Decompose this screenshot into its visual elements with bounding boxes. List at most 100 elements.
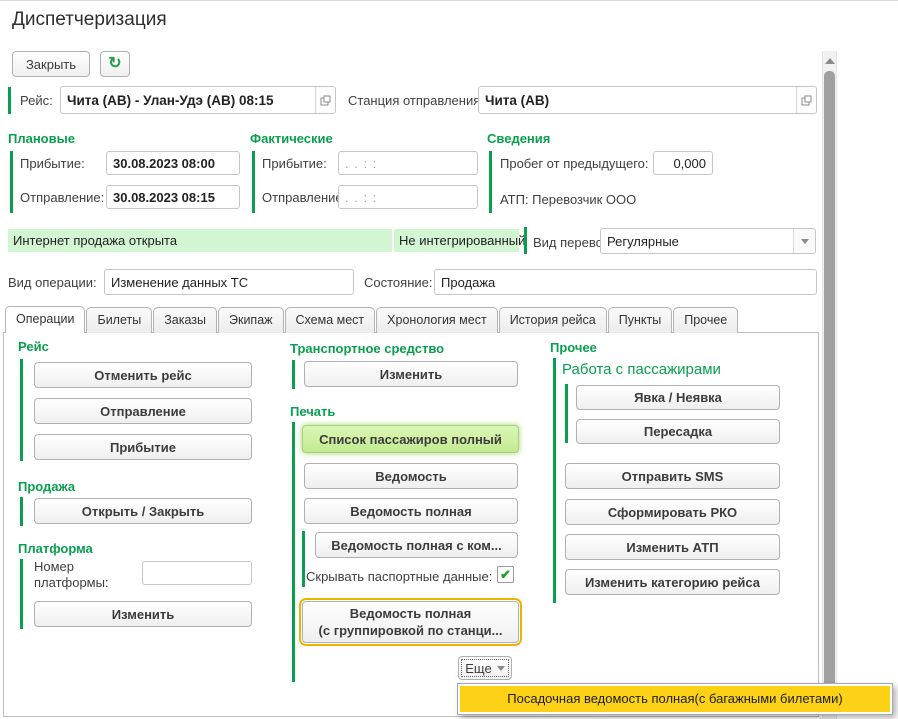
passenger-list-full-button[interactable]: Список пассажиров полный <box>302 425 519 453</box>
tab-seat-chronology[interactable]: Хронология мест <box>376 307 498 333</box>
other-group-bar <box>553 358 556 603</box>
sheet-full-com-button[interactable]: Ведомость полная с ком... <box>315 532 518 558</box>
actual-departure-placeholder: . . : : <box>339 190 477 205</box>
planned-accent-bar <box>10 151 13 213</box>
scrollbar-thumb[interactable] <box>824 71 835 691</box>
tab-tickets[interactable]: Билеты <box>86 307 152 333</box>
chevron-down-icon <box>801 239 809 244</box>
dispatch-window: Диспетчеризация Закрыть ↻ Рейс: Чита (АВ… <box>0 0 898 719</box>
route-accent-bar <box>8 87 11 114</box>
attendance-button[interactable]: Явка / Неявка <box>576 385 780 410</box>
departure-button[interactable]: Отправление <box>34 398 252 424</box>
sheet-full-grouped-button[interactable]: Ведомость полная (с группировкой по стан… <box>302 601 519 643</box>
transport-kind-select[interactable]: Регулярные <box>600 228 816 254</box>
state-label: Состояние: <box>364 275 432 290</box>
station-open-button[interactable] <box>796 87 816 113</box>
transport-kind-value: Регулярные <box>601 234 793 249</box>
sheet-full-grouped-line2: (с группировкой по станци... <box>319 622 503 639</box>
planned-arrival-value: 30.08.2023 08:00 <box>107 156 239 171</box>
actual-arrival-label: Прибытие: <box>262 156 327 171</box>
state-value: Продажа <box>435 275 816 290</box>
scroll-up-icon[interactable] <box>825 58 835 64</box>
more-dropdown-menu: Посадочная ведомость полная(с багажными … <box>457 683 893 715</box>
other-group-title: Прочее <box>550 340 597 355</box>
state-field[interactable]: Продажа <box>434 269 817 295</box>
tab-crew[interactable]: Экипаж <box>218 307 284 333</box>
platform-group-bar <box>20 559 23 629</box>
mileage-field[interactable]: 0,000 <box>653 151 713 175</box>
trip-group-title: Рейс <box>18 339 49 354</box>
trip-value: Чита (АВ) - Улан-Удэ (АВ) 08:15 <box>61 93 315 108</box>
planned-departure-label: Отправление: <box>20 190 104 205</box>
change-category-button[interactable]: Изменить категорию рейса <box>565 569 780 595</box>
hide-passport-label: Скрывать паспортные данные: <box>306 569 492 584</box>
tab-bar: Операции Билеты Заказы Экипаж Схема мест… <box>5 306 739 333</box>
actual-accent-bar <box>252 151 255 213</box>
info-accent-bar <box>489 151 492 213</box>
refresh-button[interactable]: ↻ <box>100 51 130 77</box>
station-value: Чита (АВ) <box>479 93 796 108</box>
actual-group-title: Фактические <box>250 131 333 146</box>
operation-kind-field[interactable]: Изменение данных ТС <box>104 269 354 295</box>
close-button[interactable]: Закрыть <box>12 51 90 77</box>
tab-points[interactable]: Пункты <box>608 307 672 333</box>
planned-arrival-field[interactable]: 30.08.2023 08:00 <box>106 151 240 175</box>
tab-seat-map[interactable]: Схема мест <box>285 307 376 333</box>
mileage-value: 0,000 <box>654 156 712 171</box>
info-group-title: Сведения <box>487 131 550 146</box>
passengers-subgroup-title: Работа с пассажирами <box>562 361 721 378</box>
sheet-full-grouped-line1: Ведомость полная <box>350 605 471 622</box>
vehicle-group-title: Транспортное средство <box>290 341 444 356</box>
internet-sale-status: Интернет продажа открыта <box>8 229 392 252</box>
check-icon: ✔ <box>500 567 511 583</box>
station-label: Станция отправления: <box>348 93 484 108</box>
arrival-button[interactable]: Прибытие <box>34 434 252 460</box>
trip-field[interactable]: Чита (АВ) - Улан-Удэ (АВ) 08:15 <box>60 86 336 114</box>
more-button[interactable]: Еще <box>458 656 512 680</box>
station-field[interactable]: Чита (АВ) <box>478 86 817 114</box>
operation-kind-label: Вид операции: <box>8 275 97 290</box>
open-picker-icon <box>801 95 812 106</box>
tab-operations[interactable]: Операции <box>5 306 85 333</box>
actual-arrival-field[interactable]: . . : : <box>338 151 478 175</box>
trip-label: Рейс: <box>20 93 53 108</box>
create-rko-button[interactable]: Сформировать РКО <box>565 499 780 525</box>
sale-group-bar <box>20 497 23 526</box>
open-close-sale-button[interactable]: Открыть / Закрыть <box>34 498 252 524</box>
platform-number-label: Номер платформы: <box>34 559 136 591</box>
trip-open-button[interactable] <box>315 87 335 113</box>
chevron-down-icon <box>497 666 505 671</box>
change-platform-button[interactable]: Изменить <box>34 601 252 627</box>
tab-other[interactable]: Прочее <box>673 307 738 333</box>
menu-item-boarding-sheet-full-baggage[interactable]: Посадочная ведомость полная(с багажными … <box>460 686 890 712</box>
open-picker-icon <box>320 95 331 106</box>
planned-departure-value: 30.08.2023 08:15 <box>107 190 239 205</box>
hide-passport-checkbox[interactable]: ✔ <box>497 566 514 583</box>
print-group-title: Печать <box>290 404 335 419</box>
actual-departure-label: Отправление: <box>262 190 346 205</box>
planned-group-title: Плановые <box>8 131 75 146</box>
integration-status: Не интегрированный <box>394 229 519 252</box>
operation-kind-value: Изменение данных ТС <box>105 275 353 290</box>
transfer-button[interactable]: Пересадка <box>576 419 780 444</box>
print-group-bar <box>292 422 295 682</box>
platform-number-input[interactable] <box>142 561 252 585</box>
passengers-subgroup-bar <box>565 384 568 443</box>
sheet-full-button[interactable]: Ведомость полная <box>304 498 518 524</box>
tab-trip-history[interactable]: История рейса <box>499 307 607 333</box>
tab-orders[interactable]: Заказы <box>153 307 217 333</box>
change-atp-button[interactable]: Изменить АТП <box>565 534 780 560</box>
cancel-trip-button[interactable]: Отменить рейс <box>34 362 252 388</box>
print-subgroup-bar <box>302 531 305 587</box>
sheet-button[interactable]: Ведомость <box>304 463 518 489</box>
refresh-icon: ↻ <box>108 56 121 72</box>
trip-group-bar <box>20 359 23 461</box>
actual-arrival-placeholder: . . : : <box>339 156 477 171</box>
planned-arrival-label: Прибытие: <box>20 156 85 171</box>
change-vehicle-button[interactable]: Изменить <box>304 361 518 387</box>
send-sms-button[interactable]: Отправить SMS <box>565 463 780 489</box>
vehicle-group-bar <box>292 360 295 389</box>
transport-kind-dropdown-button[interactable] <box>793 229 815 253</box>
actual-departure-field[interactable]: . . : : <box>338 185 478 209</box>
planned-departure-field[interactable]: 30.08.2023 08:15 <box>106 185 240 209</box>
